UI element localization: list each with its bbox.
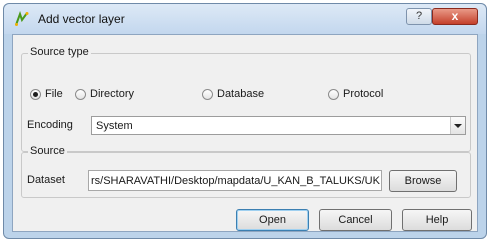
radio-directory-label: Directory: [90, 88, 135, 100]
close-icon: x: [451, 9, 459, 23]
source-group-label: Source: [28, 145, 67, 157]
close-button[interactable]: x: [432, 8, 478, 25]
browse-button[interactable]: Browse: [389, 170, 457, 192]
radio-protocol-label: Protocol: [343, 88, 384, 100]
help-title-button[interactable]: ?: [406, 8, 432, 25]
question-icon: ?: [415, 10, 423, 22]
radio-database-label: Database: [217, 88, 265, 100]
radio-indicator[interactable]: [75, 88, 86, 100]
dataset-input[interactable]: [88, 170, 382, 191]
radio-database[interactable]: Database: [202, 87, 264, 101]
dialog-title: Add vector layer: [38, 12, 125, 26]
dialog-window: Add vector layer ? x Source type File Di…: [3, 3, 487, 239]
dataset-label: Dataset: [27, 174, 65, 186]
radio-file-label: File: [45, 88, 63, 100]
encoding-value: System: [96, 120, 133, 132]
radio-indicator[interactable]: [328, 88, 339, 100]
chevron-down-icon[interactable]: [450, 117, 465, 134]
radio-indicator[interactable]: [202, 88, 213, 100]
help-button[interactable]: Help: [402, 209, 472, 231]
radio-directory[interactable]: Directory: [75, 87, 134, 101]
radio-indicator[interactable]: [30, 88, 41, 100]
source-type-group-label: Source type: [28, 46, 91, 58]
open-button[interactable]: Open: [236, 209, 309, 231]
title-bar[interactable]: Add vector layer ? x: [4, 4, 486, 34]
cancel-button[interactable]: Cancel: [319, 209, 392, 231]
source-type-group: Source type File Directory Database Prot…: [21, 46, 471, 152]
encoding-label: Encoding: [27, 119, 73, 131]
dialog-body: Source type File Directory Database Prot…: [12, 34, 478, 232]
encoding-select[interactable]: System: [91, 116, 466, 135]
radio-protocol[interactable]: Protocol: [328, 87, 383, 101]
source-group: Source Dataset Browse: [21, 145, 471, 198]
radio-file[interactable]: File: [30, 87, 63, 101]
vector-layer-icon: [15, 11, 29, 26]
